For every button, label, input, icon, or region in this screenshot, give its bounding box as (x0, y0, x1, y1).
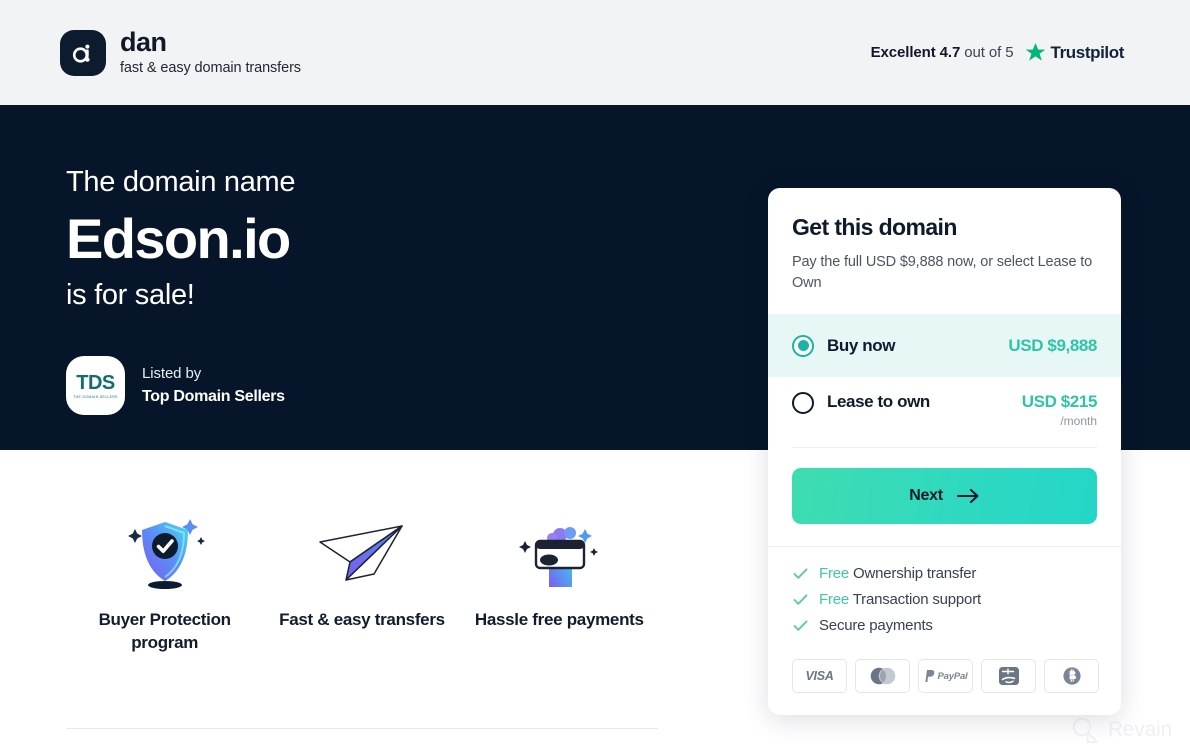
brand-text: dan fast & easy domain transfers (120, 29, 301, 76)
visa-label: VISA (805, 669, 834, 684)
feature-label: Fast & easy transfers (279, 610, 445, 629)
purchase-card: Get this domain Pay the full USD $9,888 … (768, 188, 1121, 716)
price-amount: USD $9,888 (1008, 335, 1097, 355)
brand-name: dan (120, 27, 167, 58)
hand-credit-card-icon (516, 515, 602, 591)
site-header: dan fast & easy domain transfers Excelle… (0, 0, 1190, 105)
hero-line-3: is for sale! (66, 279, 195, 312)
perk-label: Free Transaction support (819, 591, 981, 608)
bitcoin-icon (1044, 659, 1099, 694)
listed-by-label: Listed by (142, 365, 202, 383)
paper-plane-icon (316, 515, 408, 591)
feature-fast-transfers: Fast & easy transfers (263, 515, 460, 655)
rating-outof: out of 5 (960, 44, 1014, 61)
perks-list: Free Ownership transfer Free Transaction… (768, 547, 1121, 647)
check-icon (793, 594, 808, 605)
option-price: USD $215 /month (1021, 392, 1098, 429)
dan-logo-icon (60, 29, 106, 76)
brand-tagline: fast & easy domain transfers (120, 60, 301, 77)
radio-dot (797, 340, 809, 352)
price-period: /month (1060, 414, 1097, 429)
perk-body: Secure payments (819, 617, 933, 635)
content-divider (66, 728, 658, 729)
paypal-icon: PayPal (918, 659, 973, 694)
domain-sale-page: dan fast & easy domain transfers Excelle… (0, 0, 1190, 753)
trustpilot-rating[interactable]: Excellent 4.7 out of 5 Trustpilot (871, 42, 1125, 63)
paypal-label: PayPal (937, 670, 968, 682)
card-subtitle: Pay the full USD $9,888 now, or select L… (792, 254, 1093, 292)
card-title: Get this domain (792, 214, 957, 240)
trustpilot-name: Trustpilot (1050, 42, 1125, 62)
perk-label: Secure payments (819, 617, 933, 634)
magnifier-icon (1072, 717, 1098, 743)
perk-transaction-support: Free Transaction support (792, 591, 1097, 608)
next-button-label: Next (909, 487, 943, 505)
seller-text: Listed by Top Domain Sellers (142, 365, 285, 406)
next-button[interactable]: Next (792, 468, 1097, 525)
seller-info[interactable]: TDS THE DOMAIN SELLERS Listed by Top Dom… (66, 356, 295, 416)
star-icon (1025, 43, 1045, 61)
perk-ownership-transfer: Free Ownership transfer (792, 565, 1097, 582)
card-header: Get this domain Pay the full USD $9,888 … (768, 188, 1121, 314)
option-label: Lease to own (827, 392, 930, 412)
rating-score: Excellent 4.7 (870, 44, 961, 61)
alipay-icon (981, 659, 1036, 694)
perk-secure-payments: Secure payments (792, 617, 1097, 634)
check-icon (793, 620, 808, 631)
hero-content: The domain name Edson.io is for sale! TD… (66, 166, 296, 416)
option-price: USD $9,888 (1008, 336, 1097, 356)
perk-label: Free Ownership transfer (819, 565, 976, 582)
radio-buy-now[interactable] (792, 334, 814, 357)
revain-watermark: Revain (1070, 715, 1172, 745)
revain-watermark-text: Revain (1107, 718, 1172, 741)
mastercard-icon (855, 659, 910, 694)
visa-icon: VISA (792, 659, 847, 694)
arrow-right-icon (956, 488, 979, 504)
feature-buyer-protection: Buyer Protection program (66, 515, 263, 655)
perk-body: Transaction support (849, 591, 981, 609)
seller-logo-subtext: THE DOMAIN SELLERS (73, 394, 118, 399)
radio-lease-to-own[interactable] (792, 392, 814, 415)
payment-methods: VISA PayPal (768, 647, 1121, 715)
feature-hassle-free-payments: Hassle free payments (461, 515, 658, 655)
perk-free-tag: Free (819, 591, 850, 609)
domain-name: Edson.io (66, 206, 291, 270)
check-icon (793, 568, 808, 579)
perk-free-tag: Free (819, 565, 850, 583)
perk-body: Ownership transfer (849, 565, 977, 583)
hero-line-1: The domain name (66, 166, 296, 198)
option-label: Buy now (827, 335, 896, 355)
next-button-wrap: Next (768, 448, 1121, 546)
option-buy-now[interactable]: Buy now USD $9,888 (768, 314, 1121, 378)
trustpilot-logo: Trustpilot (1025, 42, 1124, 63)
seller-logo-text: TDS (76, 371, 115, 394)
rating-text: Excellent 4.7 out of 5 (871, 44, 1014, 61)
option-lease-to-own[interactable]: Lease to own USD $215 /month (768, 377, 1121, 447)
feature-label: Hassle free payments (474, 610, 644, 629)
seller-logo-icon: TDS THE DOMAIN SELLERS (66, 356, 125, 416)
seller-name: Top Domain Sellers (142, 388, 285, 406)
brand-logo[interactable]: dan fast & easy domain transfers (60, 29, 301, 76)
price-amount: USD $215 (1021, 392, 1098, 412)
shield-check-icon (122, 515, 208, 591)
features-row: Buyer Protection program Fast & easy tra… (66, 515, 658, 655)
feature-label: Buyer Protection program (98, 610, 231, 652)
